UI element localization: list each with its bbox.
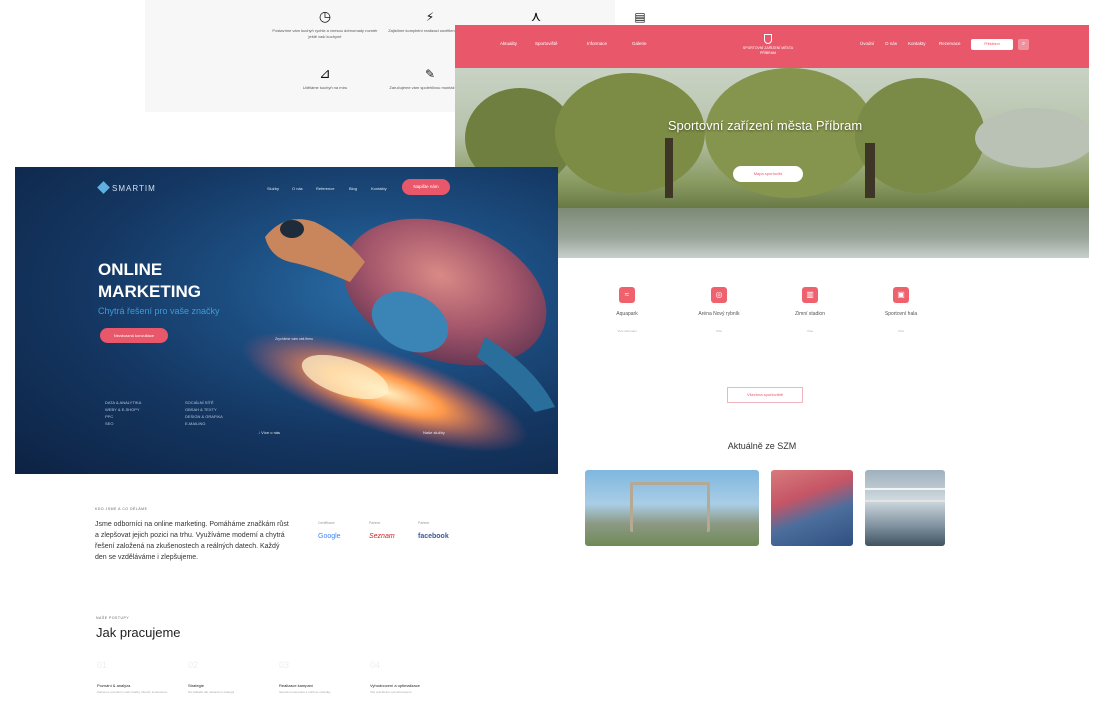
feature-text: Postavíme vám kuchyň rychle a vnesou doh… xyxy=(272,28,378,39)
skate-icon: ▥ xyxy=(802,287,818,303)
collage: ◷ Postavíme vám kuchyň rychle a vnesou d… xyxy=(0,0,1094,711)
marketing-hero: SMARTIM Služby O nás Reference Blog Kont… xyxy=(15,167,558,474)
service-list-item[interactable]: DESIGN & GRAFIKA xyxy=(185,413,223,420)
pergola-shape xyxy=(630,482,710,532)
step-number: 03 xyxy=(279,660,290,670)
step-description: Vše pravidelně vyhodnocujeme xyxy=(370,690,412,694)
service-label: Aréna Nový rybník xyxy=(698,311,740,317)
news-card-image[interactable] xyxy=(771,470,853,546)
clock-icon: ◷ xyxy=(318,9,332,25)
service-aquapark[interactable]: ≈ Aquapark Více informací xyxy=(597,287,657,333)
service-label: Aquapark xyxy=(616,311,638,317)
feature-item: ◷ Postavíme vám kuchyň rychle a vnesou d… xyxy=(270,9,380,40)
service-list-item[interactable]: DATA & ANALYTIKA xyxy=(105,399,141,406)
headline-line: MARKETING xyxy=(98,282,201,301)
hall-icon: ▣ xyxy=(893,287,909,303)
step-description: Začneme poznáním vaší značky, klientů, k… xyxy=(97,690,168,694)
step-title: Poznání & analýza xyxy=(97,683,131,688)
swim-icon: ≈ xyxy=(619,287,635,303)
crest-icon xyxy=(764,34,772,44)
step-number: 01 xyxy=(97,660,108,670)
step-description: Spustíme kampaně a měříme výsledky xyxy=(279,690,331,694)
login-button[interactable]: Přihlášení xyxy=(971,39,1013,50)
client-caption: Partner xyxy=(418,521,430,525)
process-step: Vyhodnocení a optimalizace Vše pravideln… xyxy=(370,683,448,694)
nav-item[interactable]: Rezervace xyxy=(939,41,961,46)
city-navbar: Aktuality Sportoviště Informace Galerie … xyxy=(455,25,1089,68)
service-stadium[interactable]: ▥ Zimní stadion Více xyxy=(780,287,840,333)
feature-text: Uděláme kuchyň na míru xyxy=(302,85,348,90)
how-we-work-title: Jak pracujeme xyxy=(96,625,181,640)
headline-line: ONLINE xyxy=(98,260,163,279)
mist-shape xyxy=(975,108,1089,168)
nav-item[interactable]: Informace xyxy=(587,41,607,46)
nav-item[interactable]: Sportoviště xyxy=(535,41,558,46)
client-caption: Certifikace xyxy=(318,521,335,525)
ruler-icon: ⊿ xyxy=(319,66,331,82)
nav-item[interactable]: Galerie xyxy=(632,41,647,46)
step-description: Na základě dat nastavíme strategii xyxy=(188,690,235,694)
nav-item[interactable]: Kontakty xyxy=(908,41,926,46)
service-list-right: SOCIÁLNÍ SÍTĚ OBSAH & TEXTY DESIGN & GRA… xyxy=(185,399,223,427)
seznam-logo: Seznam xyxy=(369,533,395,540)
city-logo-text: SPORTOVNÍ ZAŘÍZENÍ MĚSTA PŘÍBRAM xyxy=(742,46,794,55)
scroll-link[interactable]: Naše služby xyxy=(423,430,445,435)
service-link[interactable]: Více xyxy=(689,329,749,333)
hero-caption: Zrychlíme vám váš firmu xyxy=(275,337,314,341)
google-logo: Google xyxy=(318,533,341,540)
client-caption: Partner xyxy=(369,521,381,525)
step-title: Vyhodnocení a optimalizace xyxy=(370,683,420,688)
news-card-image[interactable] xyxy=(865,470,945,546)
service-list-item[interactable]: SEO xyxy=(105,420,141,427)
hero-title: Sportovní zařízení města Příbram xyxy=(667,118,863,133)
city-logo[interactable]: SPORTOVNÍ ZAŘÍZENÍ MĚSTA PŘÍBRAM xyxy=(738,34,798,56)
bolt-icon: ⚡ xyxy=(425,10,435,24)
trunk-shape xyxy=(865,143,875,198)
nav-item[interactable]: Aktuality xyxy=(500,41,517,46)
cabinet-icon: ▤ xyxy=(634,10,646,24)
search-icon[interactable]: ⌕ xyxy=(1018,39,1029,50)
step-number: 02 xyxy=(188,660,199,670)
trunk-shape xyxy=(665,138,673,198)
process-step: Poznání & analýza Začneme poznáním vaší … xyxy=(97,683,175,694)
feature-item: ⊿ Uděláme kuchyň na míru xyxy=(270,66,380,91)
intro-paragraph: Jsme odborníci na online marketing. Pomá… xyxy=(95,521,289,561)
service-list-item[interactable]: WEBY & E-SHOPY xyxy=(105,406,141,413)
roof-line xyxy=(865,488,945,490)
arena-icon: ◎ xyxy=(711,287,727,303)
all-venues-button[interactable]: Všechna sportoviště xyxy=(727,387,803,403)
service-list-item[interactable]: OBSAH & TEXTY xyxy=(185,406,223,413)
process-step: Strategie Na základě dat nastavíme strat… xyxy=(188,683,266,694)
service-list-item[interactable]: PPC xyxy=(105,413,141,420)
scroll-link[interactable]: ↓ Více o nás xyxy=(258,430,280,435)
hero-map-button[interactable]: Mapa sportovišť xyxy=(733,166,803,182)
news-card-image[interactable] xyxy=(585,470,759,546)
facebook-logo: facebook xyxy=(418,533,449,540)
service-link[interactable]: Více informací xyxy=(597,329,657,333)
step-number: 04 xyxy=(370,660,381,670)
step-title: Realizace kampaní xyxy=(279,683,314,688)
section-kicker: KDO JSME A CO DĚLÁME xyxy=(95,507,148,511)
section-kicker: NAŠE POSTUPY xyxy=(96,616,130,620)
scroll-link-label: Více o nás xyxy=(261,430,281,435)
service-list-left: DATA & ANALYTIKA WEBY & E-SHOPY PPC SEO xyxy=(105,399,141,427)
nav-item[interactable]: O nás xyxy=(885,41,897,46)
service-arena[interactable]: ◎ Aréna Nový rybník Více xyxy=(689,287,749,333)
service-list-item[interactable]: SOCIÁLNÍ SÍTĚ xyxy=(185,399,223,406)
marketing-headline: ONLINE MARKETING xyxy=(98,259,201,303)
step-title: Strategie xyxy=(188,683,205,688)
consultation-button[interactable]: Nezávazná konzultace xyxy=(100,328,168,343)
service-label: Zimní stadion xyxy=(794,311,825,317)
service-link[interactable]: Více xyxy=(871,329,931,333)
service-hall[interactable]: ▣ Sportovní hala Více xyxy=(871,287,931,333)
nav-item[interactable]: Úvodní xyxy=(860,41,874,46)
service-link[interactable]: Více xyxy=(780,329,840,333)
service-list-item[interactable]: E-MAILING xyxy=(185,420,223,427)
roof-line xyxy=(865,500,945,502)
marketing-subline: Chytrá řešení pro vaše značky xyxy=(98,306,220,316)
service-label: Sportovní hala xyxy=(884,311,918,317)
process-step: Realizace kampaní Spustíme kampaně a měř… xyxy=(279,683,357,694)
share-icon: ⋏ xyxy=(530,9,542,25)
turtle-illustration xyxy=(241,218,555,452)
